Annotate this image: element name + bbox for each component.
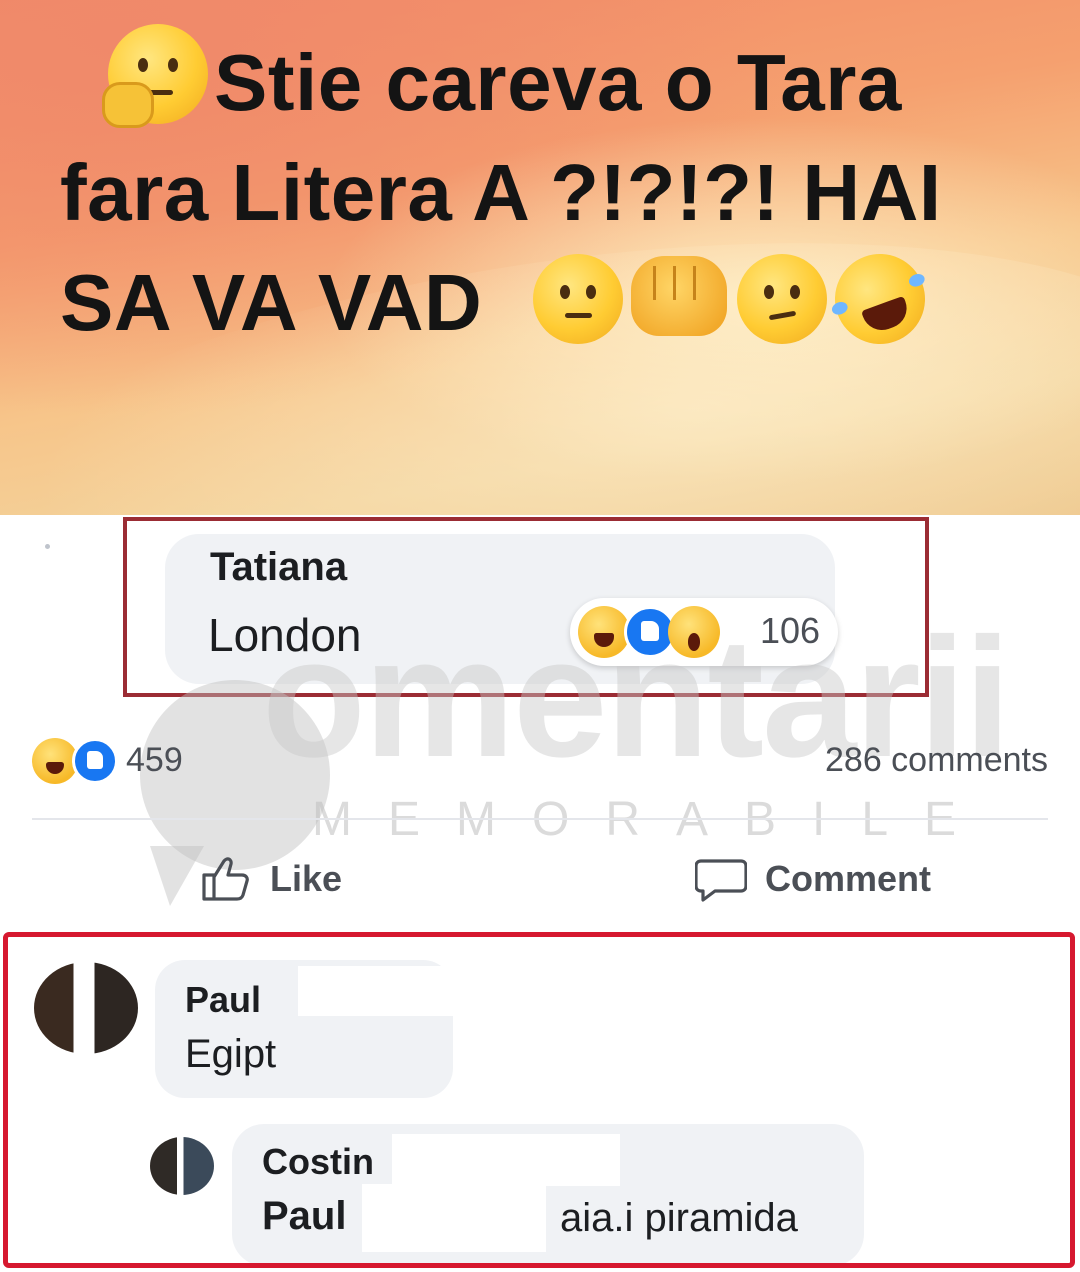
- post-reaction-count[interactable]: 459: [126, 741, 183, 780]
- like-label: Like: [270, 858, 343, 899]
- smirking-face-icon: [737, 254, 828, 344]
- avatar-placeholder: [45, 544, 50, 549]
- oncoming-fist-icon: [631, 256, 728, 336]
- comment-button[interactable]: Comment: [695, 854, 931, 904]
- post-comments-count[interactable]: 286 comments: [825, 741, 1048, 780]
- post-line-3: SA VA VAD: [60, 241, 1050, 358]
- post-line-1-text: Stie careva o Tara: [214, 38, 902, 127]
- post-text: Stie careva o Tara fara Litera A ?!?!?! …: [60, 24, 1050, 358]
- highlight-frame: [3, 932, 1075, 1268]
- thinking-face-icon: [102, 24, 208, 128]
- post-line-1: Stie careva o Tara: [60, 24, 1050, 138]
- post-line-3-text: SA VA VAD: [60, 258, 483, 347]
- like-button[interactable]: Like: [200, 854, 342, 904]
- speech-bubble-icon: [695, 859, 747, 902]
- divider: [32, 818, 1048, 820]
- thumbs-up-icon: [202, 857, 249, 901]
- raised-eyebrow-face-icon: [533, 254, 624, 344]
- rolling-on-floor-laughing-icon: [822, 241, 938, 357]
- like-reaction-icon: [72, 738, 118, 784]
- post-line-2: fara Litera A ?!?!?! HAI: [60, 148, 942, 237]
- comment-label: Comment: [765, 858, 932, 899]
- post-image[interactable]: Stie careva o Tara fara Litera A ?!?!?! …: [0, 0, 1080, 515]
